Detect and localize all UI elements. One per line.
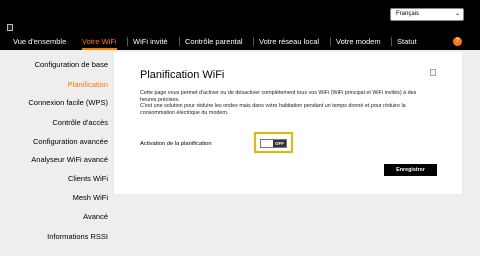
sidebar-item-wps[interactable]: Connexion facile (WPS) <box>28 98 108 107</box>
sidebar-item-wifi-clients[interactable]: Clients WiFi <box>68 174 108 183</box>
logo-image <box>7 24 13 31</box>
language-select-value: Français <box>396 11 420 17</box>
nav-item-modem[interactable]: Votre modem <box>330 36 381 50</box>
info-image <box>430 69 436 76</box>
description-paragraph-2: C'est une solution pour réduire les onde… <box>140 103 406 116</box>
nav-item-wifi[interactable]: Votre WiFi <box>82 36 117 50</box>
sidebar-item-wifi-analyzer[interactable]: Analyseur WiFi avancé <box>31 155 108 164</box>
nav-item-overview[interactable]: Vue d'ensemble <box>13 36 66 50</box>
nav-item-local-network[interactable]: Votre réseau local <box>252 36 319 50</box>
nav-item-parental-control[interactable]: Contrôle parental <box>179 36 243 50</box>
page-title: Planification WiFi <box>140 69 225 81</box>
top-bar: Français ⌄ Vue d'ensemble Votre WiFi WiF… <box>0 0 480 50</box>
sidebar-item-basic-config[interactable]: Configuration de base <box>35 60 108 69</box>
page-description: Cette page vous permet d'activer ou de d… <box>140 90 432 116</box>
sidebar-item-rssi-info[interactable]: Informations RSSI <box>47 232 108 241</box>
sidebar-item-advanced[interactable]: Avancé <box>83 212 108 221</box>
help-icon[interactable]: ? <box>453 37 462 46</box>
sidebar-item-mesh-wifi[interactable]: Mesh WiFi <box>73 193 108 202</box>
schedule-toggle[interactable]: OFF <box>260 139 287 148</box>
sidebar-item-advanced-config[interactable]: Configuration avancée <box>33 137 108 146</box>
nav-item-status[interactable]: Statut <box>391 36 417 50</box>
sidebar-item-access-control[interactable]: Contrôle d'accès <box>52 118 108 127</box>
nav-item-guest-wifi[interactable]: WiFi invité <box>127 36 168 50</box>
main-nav: Vue d'ensemble Votre WiFi WiFi invité Co… <box>0 36 480 50</box>
language-select[interactable]: Français ⌄ <box>390 8 464 21</box>
schedule-toggle-focus: OFF <box>254 132 293 153</box>
sidebar-item-scheduling[interactable]: Planification <box>68 80 108 89</box>
toggle-state-label: OFF <box>273 140 286 147</box>
content-panel: Planification WiFi Cette page vous perme… <box>114 52 462 194</box>
chevron-down-icon: ⌄ <box>454 11 460 17</box>
save-button[interactable]: Enregistrer <box>384 164 437 176</box>
description-paragraph-1: Cette page vous permet d'activer ou de d… <box>140 90 417 103</box>
schedule-activation-label: Activation de la planification <box>140 141 212 147</box>
